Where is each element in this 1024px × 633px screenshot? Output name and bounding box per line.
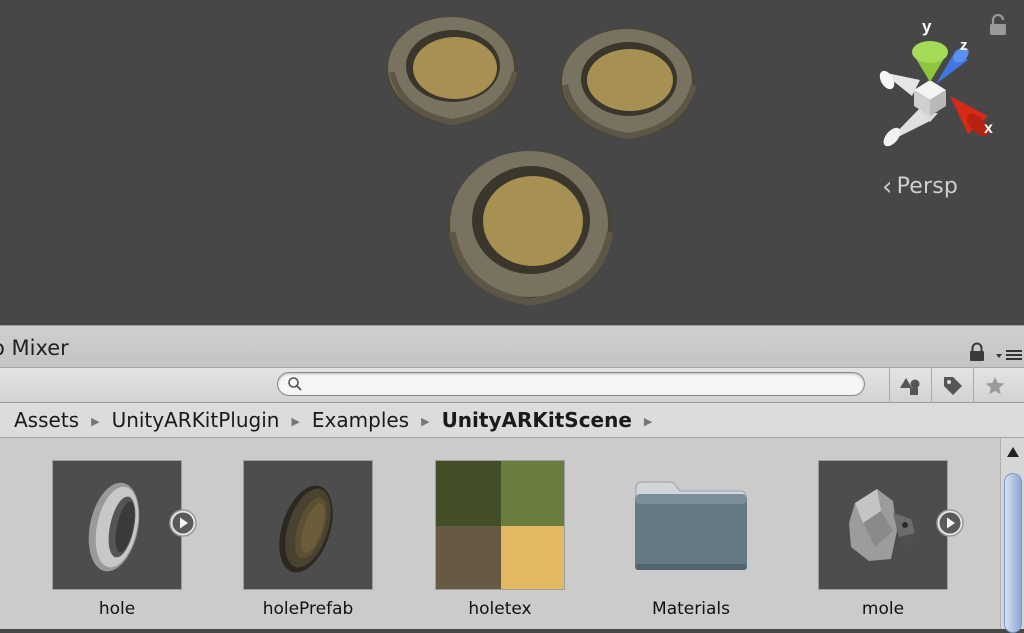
orientation-gizmo[interactable]: y z x [870,10,1000,160]
gizmo-neg-x-cone[interactable] [877,68,920,96]
panel-menu-icon[interactable] [994,348,1024,362]
scroll-up-arrow-icon[interactable] [1006,446,1020,458]
asset-item-holetex[interactable]: holetex [435,460,565,619]
breadcrumb-arrow-icon: ▶ [291,414,300,428]
scrollbar-thumb[interactable] [1004,473,1022,633]
asset-thumbnail[interactable] [243,460,373,590]
search-input[interactable] [308,375,852,395]
search-by-type-button[interactable] [889,368,931,403]
chevron-left-icon: ‹ [882,171,893,202]
asset-label: Materials [652,599,730,619]
lock-icon[interactable] [968,342,986,362]
gizmo-z-label: z [960,37,968,54]
breadcrumb-item-assets[interactable]: Assets [14,408,79,432]
hole-object-3[interactable] [448,151,614,306]
mole-model-icon [849,489,915,561]
breadcrumb-item-examples[interactable]: Examples [312,408,409,432]
gizmo-y-label: y [922,17,932,36]
asset-label: hole [98,599,136,619]
texture-icon [436,461,564,589]
breadcrumb-arrow-icon[interactable]: ▶ [644,415,652,428]
prefab-icon [279,485,333,573]
asset-label: holetex [468,599,532,619]
star-icon [985,376,1004,394]
breadcrumb-arrow-icon: ▶ [421,414,430,428]
expand-arrow-icon[interactable] [935,508,965,538]
breadcrumb-arrow-icon: ▶ [91,414,100,428]
asset-thumbnail[interactable] [626,460,756,590]
asset-label: holePrefab [262,599,354,619]
asset-item-hole[interactable]: hole [52,460,182,619]
asset-label: mole [861,599,905,619]
search-icon [288,377,302,391]
projection-label: Persp [896,174,959,199]
tag-icon [943,376,962,395]
scene-view[interactable]: y z x ‹ Persp [0,0,1024,325]
asset-thumbnail[interactable] [435,460,565,590]
expand-arrow-icon[interactable] [168,508,198,538]
gizmo-x-label: x [984,120,993,137]
vertical-scrollbar[interactable] [1000,438,1024,633]
panel-tab-title[interactable]: o Mixer [0,336,69,360]
panel-tab-bar: o Mixer [0,325,1024,367]
asset-thumbnail[interactable] [818,460,948,590]
breadcrumb-item-unityarkitplugin[interactable]: UnityARKitPlugin [112,408,280,432]
search-box[interactable] [277,372,865,396]
hole-model-icon [88,482,140,572]
hole-object-1[interactable] [386,16,518,126]
asset-grid: hole holePrefab holetex Materials mole [0,438,1000,629]
asset-item-materials[interactable]: Materials [626,460,756,619]
hole-object-2[interactable] [560,28,697,140]
shapes-icon [899,377,919,395]
breadcrumb-item-unityarkitscene[interactable]: UnityARKitScene [442,408,632,432]
folder-icon [635,481,747,570]
search-by-label-button[interactable] [931,368,973,403]
asset-item-holeprefab[interactable]: holePrefab [243,460,373,619]
asset-item-mole[interactable]: mole [818,460,948,619]
projection-toggle[interactable]: ‹ Persp [882,171,959,202]
project-toolbar [0,367,1024,403]
save-search-button[interactable] [973,368,1015,403]
asset-thumbnail[interactable] [52,460,182,590]
breadcrumb: Assets ▶ UnityARKitPlugin ▶ Examples ▶ U… [0,403,1024,438]
